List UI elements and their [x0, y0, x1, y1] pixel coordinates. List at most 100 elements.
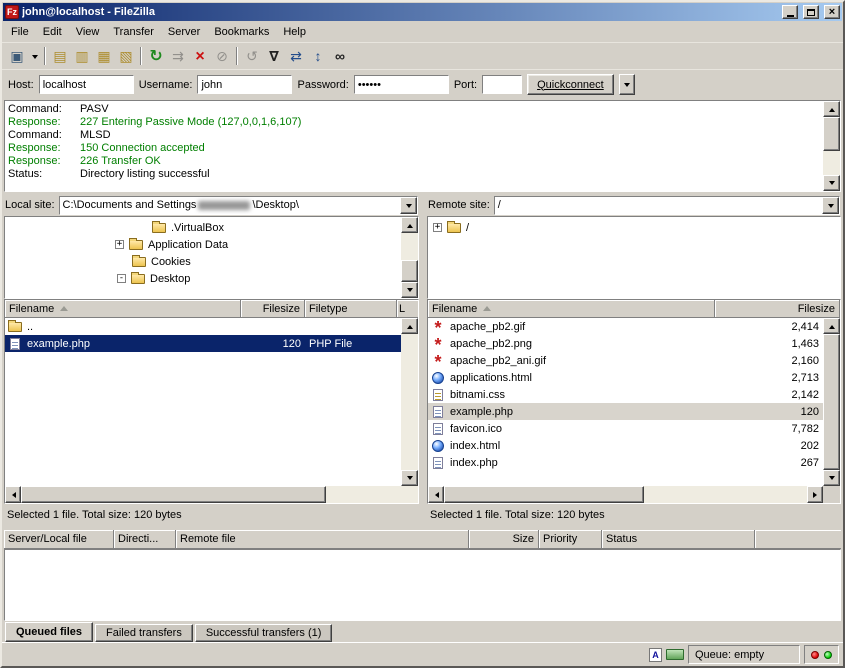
refresh-button[interactable]: ↻ — [145, 45, 167, 67]
remote-file-row[interactable]: bitnami.css 2,142 — [428, 386, 823, 403]
local-horizontal-scrollbar[interactable] — [5, 486, 418, 503]
tree-expand-icon[interactable]: + — [115, 240, 124, 249]
column-header-filesize[interactable]: Filesize — [715, 300, 840, 318]
file-row-selected[interactable]: example.php 120 PHP File 1 — [5, 335, 401, 352]
column-header-filename[interactable]: Filename — [5, 300, 241, 318]
disconnect-button[interactable]: ⊘ — [211, 45, 233, 67]
scroll-up-button[interactable] — [401, 318, 418, 334]
tree-expand-icon[interactable]: + — [433, 223, 442, 232]
scroll-up-button[interactable] — [823, 101, 840, 117]
scroll-up-button[interactable] — [823, 318, 840, 334]
tree-item-cookies[interactable]: Cookies — [5, 253, 418, 270]
minimize-button[interactable] — [782, 5, 798, 19]
scrollbar-track[interactable] — [401, 233, 418, 282]
scroll-down-button[interactable] — [823, 175, 840, 191]
remote-path-dropdown-button[interactable] — [822, 197, 839, 214]
remote-list-scrollbar[interactable] — [823, 318, 840, 486]
speed-limit-icon[interactable] — [666, 649, 684, 660]
scrollbar-track[interactable] — [823, 117, 840, 175]
up-directory-row[interactable]: .. — [5, 318, 401, 335]
port-input[interactable] — [482, 75, 522, 94]
remote-file-row[interactable]: index.html 202 — [428, 437, 823, 454]
scrollbar-track[interactable] — [401, 334, 418, 470]
filter-button[interactable]: ∇ — [263, 45, 285, 67]
column-header-priority[interactable]: Priority — [539, 530, 602, 549]
close-button[interactable]: × — [824, 5, 840, 19]
title-bar[interactable]: Fz john@localhost - FileZilla × — [3, 3, 842, 21]
tree-item-virtualbox[interactable]: .VirtualBox — [5, 219, 418, 236]
tree-item-application-data[interactable]: + Application Data — [5, 236, 418, 253]
column-header-remote-file[interactable]: Remote file — [176, 530, 469, 549]
remote-directory-tree[interactable]: + / — [427, 216, 841, 299]
toggle-local-tree-button[interactable]: ▥ — [71, 45, 93, 67]
column-header-status[interactable]: Status — [602, 530, 755, 549]
scrollbar-thumb[interactable] — [823, 334, 840, 470]
tree-collapse-icon[interactable]: - — [117, 274, 126, 283]
scrollbar-thumb[interactable] — [21, 486, 326, 503]
column-header-last-modified[interactable]: L — [397, 300, 418, 318]
remote-horizontal-scrollbar[interactable] — [428, 486, 840, 503]
tree-item-root[interactable]: + / — [428, 219, 840, 236]
transfer-queue-list[interactable] — [4, 549, 841, 621]
local-path-dropdown-button[interactable] — [400, 197, 417, 214]
local-path-combo[interactable]: C:\Documents and Settings\Desktop\ — [59, 196, 418, 215]
remote-file-row-selected[interactable]: example.php 120 — [428, 403, 823, 420]
toggle-queue-button[interactable]: ▧ — [115, 45, 137, 67]
log-scrollbar[interactable] — [823, 101, 840, 191]
remote-list-body[interactable]: apache_pb2.gif 2,414 apache_pb2.png 1,46… — [428, 318, 840, 486]
menu-view[interactable]: View — [69, 23, 107, 41]
tab-failed-transfers[interactable]: Failed transfers — [95, 624, 193, 642]
menu-file[interactable]: File — [4, 23, 36, 41]
quickconnect-dropdown-button[interactable] — [619, 74, 635, 95]
scroll-right-button[interactable] — [807, 486, 823, 503]
tree-item-desktop[interactable]: - Desktop — [5, 270, 418, 287]
remote-file-row[interactable]: apache_pb2.gif 2,414 — [428, 318, 823, 335]
quickconnect-button[interactable]: Quickconnect — [527, 74, 614, 95]
column-header-filesize[interactable]: Filesize — [241, 300, 305, 318]
scroll-left-button[interactable] — [5, 486, 21, 503]
remote-file-row[interactable]: favicon.ico 7,782 — [428, 420, 823, 437]
site-manager-button[interactable]: ▣ — [6, 45, 28, 67]
tab-successful-transfers[interactable]: Successful transfers (1) — [195, 624, 333, 642]
scroll-up-button[interactable] — [401, 217, 418, 233]
column-header-filename[interactable]: Filename — [428, 300, 715, 318]
scrollbar-track[interactable] — [823, 334, 840, 470]
remote-path-combo[interactable]: / — [494, 196, 840, 215]
menu-server[interactable]: Server — [161, 23, 207, 41]
remote-file-row[interactable]: apache_pb2_ani.gif 2,160 — [428, 352, 823, 369]
cancel-button[interactable]: × — [189, 45, 211, 67]
local-directory-tree[interactable]: .VirtualBox + Application Data Cookies -… — [4, 216, 419, 299]
menu-transfer[interactable]: Transfer — [106, 23, 161, 41]
scrollbar-thumb[interactable] — [444, 486, 644, 503]
column-header-size[interactable]: Size — [469, 530, 539, 549]
menu-bookmarks[interactable]: Bookmarks — [207, 23, 276, 41]
password-input[interactable] — [354, 75, 449, 94]
remote-file-row[interactable]: applications.html 2,713 — [428, 369, 823, 386]
toggle-remote-tree-button[interactable]: ▦ — [93, 45, 115, 67]
menu-help[interactable]: Help — [276, 23, 313, 41]
site-manager-dropdown-button[interactable] — [28, 45, 41, 67]
column-header-filetype[interactable]: Filetype — [305, 300, 397, 318]
remote-file-row[interactable]: apache_pb2.png 1,463 — [428, 335, 823, 352]
scrollbar-thumb[interactable] — [823, 117, 840, 151]
reconnect-button[interactable]: ↺ — [241, 45, 263, 67]
sync-browsing-button[interactable]: ↕ — [307, 45, 329, 67]
tab-queued-files[interactable]: Queued files — [5, 622, 93, 642]
host-input[interactable] — [39, 75, 134, 94]
directory-comparison-button[interactable]: ⇄ — [285, 45, 307, 67]
message-log[interactable]: Command:PASV Response:227 Entering Passi… — [4, 100, 841, 192]
scrollbar-thumb[interactable] — [401, 260, 418, 282]
toggle-message-log-button[interactable]: ▤ — [49, 45, 71, 67]
column-header-direction[interactable]: Directi... — [114, 530, 176, 549]
menu-edit[interactable]: Edit — [36, 23, 69, 41]
scroll-down-button[interactable] — [823, 470, 840, 486]
local-tree-scrollbar[interactable] — [401, 217, 418, 298]
scroll-left-button[interactable] — [428, 486, 444, 503]
data-type-indicator-icon[interactable] — [649, 648, 662, 662]
local-list-body[interactable]: .. example.php 120 PHP File 1 — [5, 318, 418, 486]
local-list-scrollbar[interactable] — [401, 318, 418, 486]
remote-file-row[interactable]: index.php 267 — [428, 454, 823, 471]
column-header-server-local-file[interactable]: Server/Local file — [4, 530, 114, 549]
process-queue-button[interactable]: ⇉ — [167, 45, 189, 67]
maximize-button[interactable] — [803, 5, 819, 19]
